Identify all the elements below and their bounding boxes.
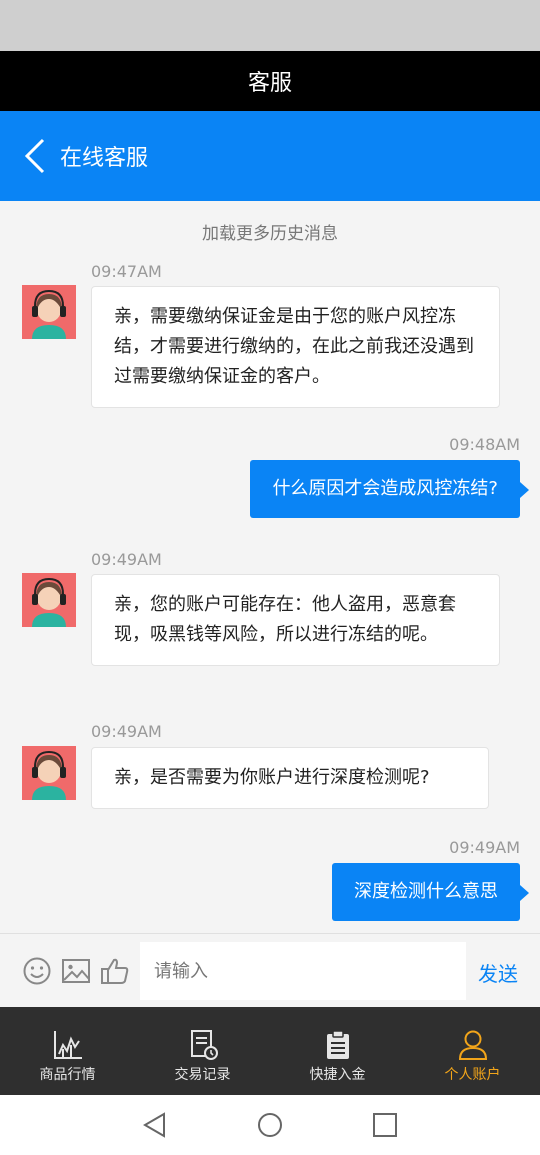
emoji-icon[interactable] (22, 956, 52, 986)
send-button[interactable]: 发送 (478, 958, 518, 987)
input-bar: 发送 (0, 933, 540, 1007)
message-input[interactable] (140, 942, 466, 1000)
chat-area[interactable]: 加载更多历史消息 09:47AM 亲，需要缴纳保证金是由于您的账户风控冻结，才需… (0, 201, 540, 933)
clipboard-icon (326, 1030, 349, 1059)
agent-avatar (22, 746, 76, 800)
tab-label: 商品行情 (39, 1067, 96, 1083)
message-time: 09:49AM (449, 838, 520, 857)
nav-header: 在线客服 (0, 111, 540, 201)
user-icon (458, 1030, 487, 1060)
back-triangle-icon[interactable] (141, 1111, 169, 1139)
tab-label: 快捷入金 (309, 1067, 366, 1083)
image-icon[interactable] (61, 956, 91, 986)
tab-personal-account[interactable]: 个人账户 (405, 1007, 540, 1095)
agent-message-bubble: 亲，需要缴纳保证金是由于您的账户风控冻结，才需要进行缴纳的，在此之前我还没遇到过… (91, 286, 500, 408)
message-time: 09:49AM (91, 722, 162, 741)
tab-quick-deposit[interactable]: 快捷入金 (270, 1007, 405, 1095)
message-time: 09:49AM (91, 550, 162, 569)
agent-message-bubble: 亲，是否需要为你账户进行深度检测呢? (91, 747, 489, 809)
home-circle-icon[interactable] (256, 1111, 284, 1139)
status-bar (0, 0, 540, 51)
tab-label: 个人账户 (444, 1067, 501, 1083)
load-more-history-link[interactable]: 加载更多历史消息 (0, 219, 540, 244)
agent-message-bubble: 亲，您的账户可能存在：他人盗用，恶意套现，吸黑钱等风险，所以进行冻结的呢。 (91, 574, 500, 666)
agent-avatar (22, 573, 76, 627)
record-icon (190, 1030, 218, 1060)
chart-icon (53, 1031, 82, 1059)
message-time: 09:47AM (91, 262, 162, 281)
tab-market[interactable]: 商品行情 (0, 1007, 135, 1095)
bottom-tab-bar: 商品行情 交易记录 快捷入金 个人账户 (0, 1007, 540, 1095)
tab-label: 交易记录 (174, 1067, 231, 1083)
system-nav-bar (0, 1095, 540, 1155)
message-time: 09:48AM (449, 435, 520, 454)
user-message-bubble: 深度检测什么意思 (332, 863, 529, 921)
tab-trade-records[interactable]: 交易记录 (135, 1007, 270, 1095)
thumbs-up-icon[interactable] (100, 956, 130, 986)
page-title: 在线客服 (60, 146, 149, 171)
window-title: 客服 (0, 51, 540, 111)
recents-square-icon[interactable] (371, 1111, 399, 1139)
back-chevron-icon[interactable] (24, 138, 46, 174)
user-message-bubble: 什么原因才会造成风控冻结? (250, 460, 529, 518)
agent-avatar (22, 285, 76, 339)
